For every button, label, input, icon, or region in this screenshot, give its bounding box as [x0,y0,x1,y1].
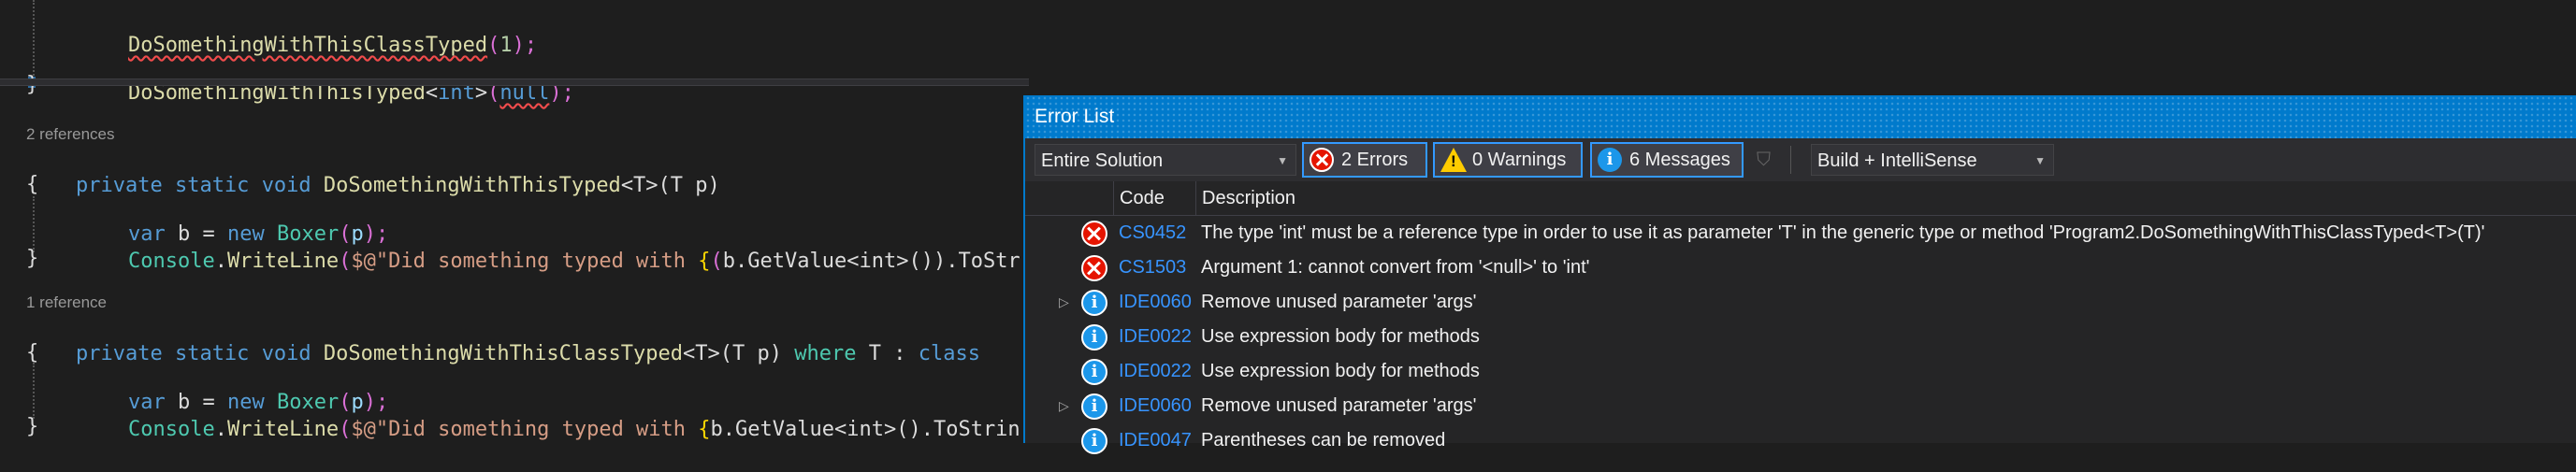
messages-filter-label: 6 Messages [1629,150,1730,170]
editor-split-bar[interactable] [0,79,1029,86]
scope-dropdown[interactable]: Entire Solution ▼ [1035,144,1296,176]
error-code-link[interactable]: IDE0047 [1119,423,1192,458]
table-row[interactable]: ▷ i IDE0060 Remove unused parameter 'arg… [1025,389,2576,423]
toolbar-separator [1790,146,1791,174]
error-icon [1310,148,1334,172]
error-description: Argument 1: cannot convert from '<null>'… [1201,257,1590,278]
info-icon: i [1081,428,1107,454]
warnings-filter-label: 0 Warnings [1472,150,1567,170]
column-header-code[interactable]: Code [1113,181,1195,215]
error-code-link[interactable]: CS1503 [1119,250,1186,285]
code-line[interactable]: DoSomethingWithThisClassTyped(1); [79,4,537,57]
code-line[interactable]: { [26,171,38,199]
error-description: Parentheses can be removed [1201,430,1446,451]
code-line[interactable]: var b = new Boxer(p); [79,193,388,246]
error-code-link[interactable]: CS0452 [1119,216,1186,250]
code-line[interactable]: private static void DoSomethingWithThisC… [26,312,980,365]
chevron-down-icon: ▼ [2034,154,2046,167]
warnings-filter-button[interactable]: ! 0 Warnings [1433,142,1583,178]
scope-dropdown-value: Entire Solution [1041,150,1164,171]
codelens-references[interactable]: 1 reference [26,293,107,312]
code-line[interactable]: private static void DoSomethingWithThisT… [26,144,720,197]
expand-triangle-icon[interactable]: ▷ [1059,285,1069,320]
code-line[interactable]: } [26,245,38,273]
error-list-panel: Error List Entire Solution ▼ 2 Errors ! … [1023,95,2576,454]
error-description: Remove unused parameter 'args' [1201,395,1477,416]
error-list-toolbar: Entire Solution ▼ 2 Errors ! 0 Warnings … [1025,138,2576,181]
filter-funnel-icon[interactable]: ⛉ [1757,150,1771,171]
table-row[interactable]: i IDE0022 Use expression body for method… [1025,320,2576,354]
code-line[interactable]: DoSomethingWithThisTyped<int>(null); [79,51,574,105]
code-line[interactable]: var b = new Boxer(p); [79,361,388,414]
column-header-description[interactable]: Description [1195,181,2576,215]
code-line[interactable]: Console.WriteLine($@"Did something typed… [79,388,1020,441]
error-description: Use expression body for methods [1201,326,1480,347]
error-icon [1081,221,1107,247]
table-row[interactable]: ▷ i IDE0060 Remove unused parameter 'arg… [1025,285,2576,320]
chevron-down-icon: ▼ [1277,154,1288,167]
code-line[interactable]: { [26,339,38,367]
table-row[interactable]: CS1503 Argument 1: cannot convert from '… [1025,250,2576,285]
table-row[interactable]: CS0452 The type 'int' must be a referenc… [1025,216,2576,250]
error-code-link[interactable]: IDE0060 [1119,285,1192,320]
errors-filter-label: 2 Errors [1341,150,1409,170]
error-description: Remove unused parameter 'args' [1201,292,1477,312]
messages-filter-button[interactable]: i 6 Messages [1590,142,1744,178]
warning-icon-mark: ! [1451,152,1456,170]
error-description: Use expression body for methods [1201,361,1480,381]
info-icon: i [1081,290,1107,316]
info-icon: i [1598,148,1622,172]
info-icon: i [1081,359,1107,385]
table-row[interactable]: i IDE0022 Use expression body for method… [1025,354,2576,389]
code-line[interactable]: } [26,413,38,441]
code-line[interactable]: Console.WriteLine($@"Did something typed… [79,220,1020,273]
error-code-link[interactable]: IDE0022 [1119,354,1192,389]
error-code-link[interactable]: IDE0060 [1119,389,1192,423]
error-code-link[interactable]: IDE0022 [1119,320,1192,354]
build-filter-value: Build + IntelliSense [1817,150,1977,171]
expand-triangle-icon[interactable]: ▷ [1059,389,1069,423]
codelens-references[interactable]: 2 references [26,125,115,144]
build-filter-dropdown[interactable]: Build + IntelliSense ▼ [1811,144,2054,176]
info-icon: i [1081,393,1107,420]
table-row[interactable]: i IDE0047 Parentheses can be removed [1025,423,2576,458]
error-list-title[interactable]: Error List [1025,95,2576,138]
error-list-header: Code Description [1025,181,2576,216]
info-icon: i [1081,324,1107,350]
error-icon [1081,255,1107,281]
errors-filter-button[interactable]: 2 Errors [1302,142,1427,178]
error-description: The type 'int' must be a reference type … [1201,222,2485,243]
